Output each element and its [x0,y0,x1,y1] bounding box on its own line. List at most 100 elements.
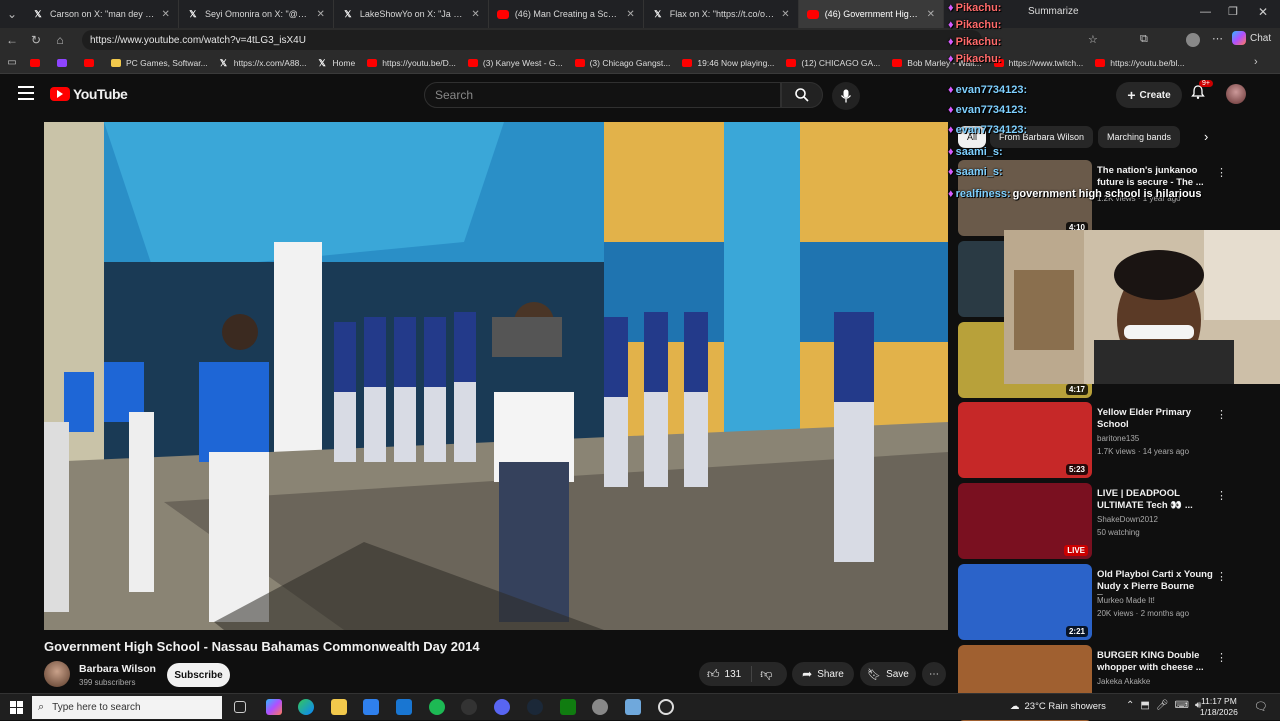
bookmark-item[interactable]: 𝕏 Home [313,58,362,68]
app-icon[interactable] [592,699,608,715]
notes-icon[interactable] [625,699,641,715]
system-tray[interactable]: ⌃⬒🎤︎⌨🔊︎ [1126,700,1207,711]
recommended-video[interactable]: 5:23 Yellow Elder Primary School ⋮ baritone… [958,402,1272,478]
notifications-center-icon[interactable]: 🗨︎ [1254,700,1268,713]
media-player-icon[interactable] [461,699,477,715]
maximize-button[interactable]: ❐ [1228,5,1238,18]
more-vertical-icon[interactable]: ⋮ [1216,408,1227,421]
browser-tab[interactable]: 𝕏 Seyi Omonira on X: "@DKSportsb ✕ [179,0,334,28]
bookmark-item[interactable]: (3) Chicago Gangst... [569,58,677,68]
bookmark-item[interactable] [51,58,78,67]
search-button[interactable] [781,82,823,108]
browser-tab[interactable]: 𝕏 Carson on X: "man dey cookin @a ✕ [24,0,179,28]
bookmark-item[interactable]: PC Games, Softwar... [105,58,214,68]
reading-list-icon[interactable]: ▭ [0,57,24,68]
tab-title: Carson on X: "man dey cookin @a [50,9,156,19]
copilot-chat-button[interactable]: Chat [1232,31,1271,45]
close-window-button[interactable]: ✕ [1258,5,1268,19]
bookmark-label: https://youtu.be/D... [382,57,456,68]
subscribe-button[interactable]: Subscribe [167,663,230,687]
account-avatar[interactable] [1226,84,1246,104]
browser-tab[interactable]: (46) Government High Schoo ✕ [798,0,944,28]
url-field[interactable]: https://www.youtube.com/watch?v=4tLG3_is… [82,30,982,50]
browser-tab[interactable]: (46) Man Creating a Scene at Sea ✕ [489,0,644,28]
close-tab-icon[interactable]: ✕ [626,9,634,20]
hamburger-menu-icon[interactable] [18,86,34,100]
bookmark-item[interactable]: (3) Kanye West - G... [462,58,569,68]
copilot-taskbar-icon[interactable] [266,699,282,715]
bookmark-label: https://www.twitch... [1008,57,1084,68]
windows-start-icon[interactable] [10,701,23,714]
thumbs-up-icon: 👍︎ [707,666,720,681]
more-vertical-icon[interactable]: ⋮ [1216,570,1227,583]
summarize-button[interactable]: Summarize [1028,6,1079,17]
save-button[interactable]: 🔖︎ Save [860,662,916,686]
home-button[interactable]: ⌂ [48,28,72,52]
search-input[interactable]: Search [424,82,781,108]
video-thumbnail[interactable]: LIVE [958,483,1092,559]
video-thumbnail[interactable]: 5:23 [958,402,1092,478]
youtube-icon [30,58,40,67]
bookmark-item[interactable] [78,58,105,67]
file-explorer-icon[interactable] [331,699,347,715]
mail-icon[interactable] [396,699,412,715]
clock[interactable]: 11:17 PM 1/18/2026 [1200,696,1238,718]
bookmark-label: (3) Chicago Gangst... [589,57,671,68]
voice-search-button[interactable] [832,82,860,110]
chat-badge-icon: ♦ [948,84,954,96]
bookmarks-overflow-icon[interactable]: › [1254,56,1258,68]
close-tab-icon[interactable]: ✕ [471,9,479,20]
notifications-button[interactable]: 9+ [1190,80,1213,104]
create-button[interactable]: + Create [1116,82,1182,108]
recommended-video[interactable]: 2:21 Old Playboi Carti x Young Nudy x Pie… [958,564,1272,640]
like-button[interactable]: 👍︎ 131 [699,666,753,682]
share-button[interactable]: ➦ Share [792,662,854,686]
minimize-button[interactable]: — [1200,6,1211,18]
bookmark-item[interactable]: 19:46 Now playing... [676,58,780,68]
channel-name[interactable]: Barbara Wilson [79,663,156,675]
back-button[interactable]: ← [0,28,24,52]
bookmarks-bar: ▭ PC Games, Softwar... 𝕏https://x.com/A88… [0,52,1280,74]
bookmark-item[interactable] [24,58,51,67]
task-view-icon[interactable] [234,701,246,713]
more-vertical-icon[interactable]: ⋮ [1216,651,1227,664]
close-tab-icon[interactable]: ✕ [781,9,789,20]
store-icon[interactable] [363,699,379,715]
video-player[interactable] [44,122,948,630]
edge-icon[interactable] [298,699,314,715]
spotify-icon[interactable] [429,699,445,715]
browser-tab[interactable]: 𝕏 LakeShowYo on X: "Ja Morant pull ✕ [334,0,489,28]
close-tab-icon[interactable]: ✕ [927,9,935,20]
discord-icon[interactable] [494,699,510,715]
more-vertical-icon[interactable]: ⋮ [1216,166,1227,179]
extensions-icon[interactable]: ⧉ [1140,33,1148,46]
steam-icon[interactable] [527,699,543,715]
chat-username: evan7734123: [955,84,1028,96]
bookmark-item[interactable]: (12) CHICAGO GA... [780,58,886,68]
xbox-icon[interactable] [560,699,576,715]
bookmark-item[interactable]: 𝕏https://x.com/A88... [214,58,313,68]
channel-avatar[interactable] [44,661,70,687]
browser-tab[interactable]: 𝕏 Flax on X: "https://t.co/oP7OCupm ✕ [644,0,799,28]
settings-menu-icon[interactable]: ⋯ [1212,32,1223,45]
weather-widget[interactable]: ☁ 23°C Rain showers [1010,701,1106,712]
video-thumbnail[interactable]: 2:21 [958,564,1092,640]
more-actions-button[interactable]: ⋯ [922,662,946,686]
more-vertical-icon[interactable]: ⋮ [1216,489,1227,502]
bookmark-item[interactable]: https://youtu.be/bl... [1089,58,1190,68]
profile-avatar[interactable] [1186,33,1200,47]
bookmark-item[interactable]: https://youtu.be/D... [361,58,462,68]
obs-icon[interactable] [658,699,674,715]
filter-chip[interactable]: Marching bands [1098,126,1181,148]
taskbar-search-input[interactable]: ⌕ Type here to search [32,696,222,719]
dislike-button[interactable]: 👎︎ [752,667,780,682]
youtube-logo[interactable]: YouTube [50,86,128,102]
tab-list-button[interactable]: ⌄ [0,2,24,26]
close-tab-icon[interactable]: ✕ [316,9,324,20]
bookmark-item[interactable]: https://www.twitch... [988,58,1090,68]
favorites-star-icon[interactable]: ☆ [1088,33,1098,46]
refresh-button[interactable]: ↻ [24,28,48,52]
chips-next-icon[interactable]: › [1204,129,1208,144]
close-tab-icon[interactable]: ✕ [162,9,170,20]
recommended-video[interactable]: LIVE LIVE | DEADPOOL ULTIMATE Tech 👀 ... ⋮… [958,483,1272,559]
